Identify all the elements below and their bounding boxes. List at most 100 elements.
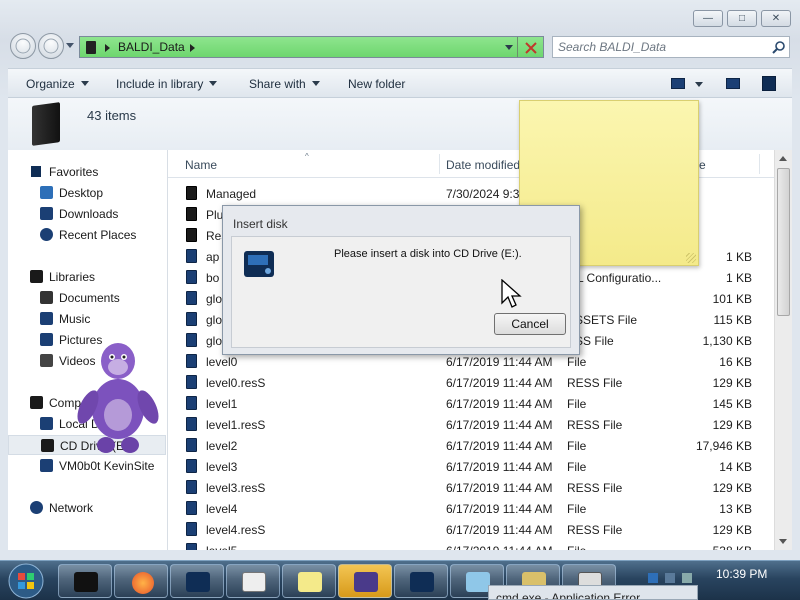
- view-options-icon[interactable]: [671, 78, 685, 89]
- star-icon: [31, 166, 41, 177]
- file-row[interactable]: level1 6/17/2019 11:44 AM File 145 KB: [168, 393, 774, 414]
- file-row[interactable]: level0.resS 6/17/2019 11:44 AM RESS File 12…: [168, 372, 774, 393]
- help-icon[interactable]: [762, 76, 776, 91]
- new-folder-button[interactable]: New folder: [348, 77, 405, 91]
- resize-grip-icon[interactable]: [686, 253, 696, 263]
- downloads-icon: [40, 207, 53, 220]
- file-size: 14 KB: [719, 460, 752, 474]
- file-icon: [186, 522, 197, 536]
- taskbar-app-monitor[interactable]: [394, 564, 448, 598]
- taskbar-app-sticky-notes[interactable]: [282, 564, 336, 598]
- nav-network[interactable]: Network: [8, 498, 166, 518]
- file-size: 129 KB: [712, 376, 752, 390]
- file-icon: [186, 291, 197, 305]
- history-dropdown-icon[interactable]: [66, 43, 74, 48]
- file-icon: [186, 333, 197, 347]
- maximize-button[interactable]: □: [727, 10, 757, 27]
- cancel-button[interactable]: Cancel: [494, 313, 566, 335]
- share-with-menu[interactable]: Share with: [249, 77, 320, 91]
- nav-desktop[interactable]: Desktop: [8, 183, 166, 203]
- include-in-library-menu[interactable]: Include in library: [116, 77, 218, 91]
- vertical-scrollbar[interactable]: [774, 150, 792, 550]
- minimize-button[interactable]: —: [693, 10, 723, 27]
- file-type: File: [567, 355, 587, 369]
- file-size: 1,130 KB: [702, 334, 752, 348]
- nav-libraries-label: Libraries: [49, 270, 96, 284]
- search-placeholder: Search BALDI_Data: [558, 40, 667, 54]
- nav-favorites[interactable]: Favorites: [8, 162, 166, 182]
- file-date: 6/17/2019 11:44 AM: [446, 544, 553, 550]
- column-size[interactable]: e: [699, 158, 706, 172]
- file-name: bo: [206, 271, 220, 285]
- view-dropdown-icon[interactable]: [695, 82, 703, 87]
- file-name: glo: [206, 292, 223, 306]
- network-tray-icon[interactable]: [648, 573, 658, 583]
- file-icon: [186, 501, 197, 515]
- start-orb-icon[interactable]: [6, 562, 46, 600]
- bonzi-gorilla-icon[interactable]: [74, 337, 162, 455]
- preview-pane-icon[interactable]: [726, 78, 740, 89]
- file-row[interactable]: level5 6/17/2019 11:44 AM File 538 KB: [168, 540, 774, 550]
- nav-documents[interactable]: Documents: [8, 288, 166, 308]
- mouse-cursor-icon: [501, 279, 522, 308]
- file-icon: [186, 375, 197, 389]
- taskbar-app-document[interactable]: [226, 564, 280, 598]
- file-name: glo: [206, 313, 223, 327]
- scroll-down-icon[interactable]: [779, 539, 787, 544]
- taskbar-app-media[interactable]: [170, 564, 224, 598]
- share-label: Share with: [249, 77, 306, 91]
- forward-button[interactable]: [38, 33, 64, 59]
- tray-icon[interactable]: [682, 573, 692, 583]
- file-row[interactable]: level1.resS 6/17/2019 11:44 AM RESS File 12…: [168, 414, 774, 435]
- nav-music[interactable]: Music: [8, 309, 166, 329]
- close-x-icon[interactable]: [523, 40, 539, 56]
- volume-tray-icon[interactable]: [665, 573, 675, 583]
- clock[interactable]: 10:39 PM: [716, 567, 767, 581]
- back-button[interactable]: [10, 33, 36, 59]
- file-name: Managed: [206, 187, 257, 201]
- scrollbar-thumb[interactable]: [777, 168, 790, 316]
- organize-menu[interactable]: Organize: [26, 77, 89, 91]
- column-name[interactable]: Name: [185, 158, 217, 172]
- file-row[interactable]: level2 6/17/2019 11:44 AM File 17,946 KB: [168, 435, 774, 456]
- file-name: level3: [206, 460, 238, 474]
- forward-icon: [43, 38, 59, 54]
- nav-downloads[interactable]: Downloads: [8, 204, 166, 224]
- scroll-up-icon[interactable]: [779, 156, 787, 161]
- nav-recent-places[interactable]: Recent Places: [8, 225, 166, 245]
- search-input[interactable]: Search BALDI_Data: [552, 36, 790, 58]
- file-row[interactable]: level4 6/17/2019 11:44 AM File 13 KB: [168, 498, 774, 519]
- file-type: RESS File: [567, 481, 623, 495]
- app-error-window[interactable]: cmd.exe - Application Error: [488, 585, 698, 600]
- insert-disk-dialog: Insert disk Please insert a disk into CD…: [222, 205, 580, 355]
- file-name: level3.resS: [206, 481, 266, 495]
- file-icon: [186, 249, 197, 263]
- file-name: level4: [206, 502, 238, 516]
- file-row[interactable]: level3.resS 6/17/2019 11:44 AM RESS File 12…: [168, 477, 774, 498]
- organize-label: Organize: [26, 77, 75, 91]
- nav-vm-share[interactable]: VM0b0t KevinSite: [8, 456, 166, 476]
- music-icon: [40, 312, 53, 325]
- nav-libraries[interactable]: Libraries: [8, 267, 166, 287]
- dialog-title: Insert disk: [233, 217, 288, 231]
- file-name: level1: [206, 397, 238, 411]
- file-size: 17,946 KB: [695, 439, 752, 453]
- taskbar-app-game[interactable]: [338, 564, 392, 598]
- taskbar-app-explorer[interactable]: [58, 564, 112, 598]
- address-dropdown-icon[interactable]: [505, 45, 513, 50]
- search-icon[interactable]: [771, 40, 787, 56]
- address-text[interactable]: BALDI_Data: [118, 40, 185, 54]
- file-row[interactable]: level3 6/17/2019 11:44 AM File 14 KB: [168, 456, 774, 477]
- column-date-modified[interactable]: Date modified: [446, 158, 520, 172]
- local-disk-icon: [40, 417, 53, 430]
- breadcrumb-arrow-icon[interactable]: [190, 44, 195, 52]
- file-row[interactable]: level4.resS 6/17/2019 11:44 AM RESS File 12…: [168, 519, 774, 540]
- taskbar-app-firefox[interactable]: [114, 564, 168, 598]
- file-icon: [186, 354, 197, 368]
- file-size: 101 KB: [712, 292, 752, 306]
- file-size: 16 KB: [719, 355, 752, 369]
- file-date: 6/17/2019 11:44 AM: [446, 355, 553, 369]
- folder-icon: [86, 41, 96, 54]
- close-button[interactable]: ✕: [761, 10, 791, 27]
- address-bar[interactable]: BALDI_Data: [79, 36, 544, 58]
